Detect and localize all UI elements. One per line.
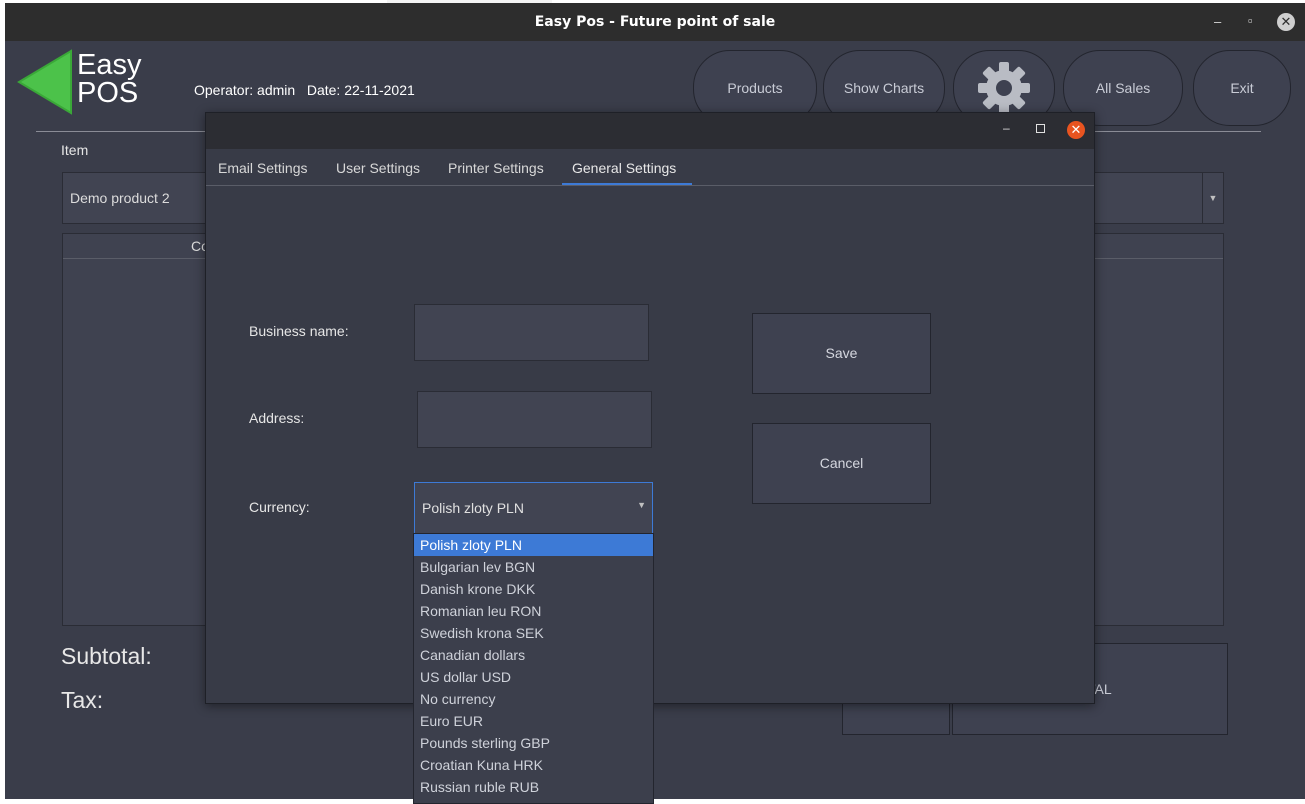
currency-option[interactable]: Croatian Kuna HRK (414, 754, 653, 776)
save-button[interactable]: Save (752, 313, 931, 394)
save-button-label: Save (825, 345, 858, 361)
currency-option[interactable]: Euro EUR (414, 710, 653, 732)
tab-email-settings[interactable]: Email Settings (218, 160, 307, 176)
currency-option[interactable]: Romanian leu RON (414, 600, 653, 622)
dialog-maximize-icon[interactable] (1036, 124, 1045, 133)
operator-label: Operator: (194, 82, 254, 98)
title-bar: Easy Pos - Future point of sale ‒ ▫ ✕ (5, 3, 1305, 41)
currency-option[interactable]: Pounds sterling GBP (414, 732, 653, 754)
dialog-close-icon[interactable]: ✕ (1067, 121, 1085, 139)
tab-general-settings[interactable]: General Settings (572, 160, 676, 176)
item-select-value: Demo product 2 (70, 190, 170, 206)
app-logo: Easy POS (17, 49, 142, 117)
maximize-icon[interactable]: ▫ (1248, 13, 1253, 28)
settings-tabs: Email Settings User Settings Printer Set… (206, 149, 1094, 186)
currency-option[interactable]: No currency (414, 688, 653, 710)
currency-dropdown-list: Polish zloty PLN Bulgarian lev BGN Danis… (413, 533, 654, 804)
tax-label: Tax: (61, 687, 104, 713)
currency-option[interactable]: US dollar USD (414, 666, 653, 688)
tab-user-settings[interactable]: User Settings (336, 160, 420, 176)
currency-label: Currency: (249, 499, 310, 515)
date-value: 22-11-2021 (344, 82, 415, 98)
minimize-icon[interactable]: ‒ (1214, 14, 1221, 29)
currency-option[interactable]: Canadian dollars (414, 644, 653, 666)
close-icon[interactable]: ✕ (1277, 13, 1295, 31)
dialog-title-bar: ‒ ✕ (206, 113, 1094, 149)
chevron-down-icon[interactable]: ▼ (1202, 173, 1223, 223)
cancel-button[interactable]: Cancel (752, 423, 931, 504)
window-title: Easy Pos - Future point of sale (534, 14, 776, 30)
business-name-label: Business name: (249, 323, 349, 339)
all-sales-button-label: All Sales (1095, 80, 1151, 96)
currency-select[interactable]: Polish zloty PLN ▼ (414, 482, 653, 534)
tab-printer-settings[interactable]: Printer Settings (448, 160, 544, 176)
business-name-input[interactable] (414, 304, 649, 361)
currency-option[interactable]: Russian ruble RUB (414, 776, 653, 798)
active-tab-indicator (562, 183, 692, 185)
chevron-down-icon[interactable]: ▼ (637, 500, 646, 510)
currency-option[interactable]: Bulgarian lev BGN (414, 556, 653, 578)
gear-icon (978, 62, 1030, 114)
dialog-minimize-icon[interactable]: ‒ (1003, 121, 1010, 135)
main-window: Easy Pos - Future point of sale ‒ ▫ ✕ Ea… (5, 3, 1305, 804)
address-label: Address: (249, 410, 305, 426)
currency-option[interactable]: Polish zloty PLN (414, 534, 653, 556)
operator-info: Operator: admin Date: 22-11-2021 (194, 82, 415, 98)
cancel-button-label: Cancel (819, 455, 864, 471)
currency-select-value: Polish zloty PLN (422, 500, 524, 516)
currency-option[interactable]: Danish krone DKK (414, 578, 653, 600)
exit-button-label: Exit (1230, 80, 1254, 96)
operator-name: admin (257, 82, 296, 98)
currency-option[interactable]: Swedish krona SEK (414, 622, 653, 644)
address-input[interactable] (417, 391, 652, 448)
show-charts-button-label: Show Charts (843, 80, 925, 96)
logo-text-line2: POS (77, 77, 139, 109)
exit-button[interactable]: Exit (1193, 50, 1291, 126)
date-label: Date: (306, 82, 341, 98)
logo-triangle-icon (17, 49, 72, 115)
item-label: Item (61, 142, 89, 158)
subtotal-label: Subtotal: (61, 643, 152, 669)
products-button-label: Products (727, 80, 783, 96)
